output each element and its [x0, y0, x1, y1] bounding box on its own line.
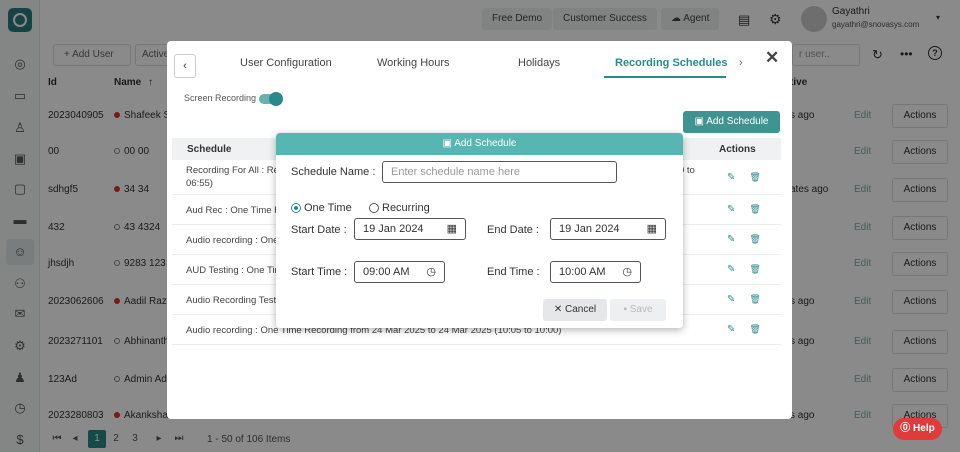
start-time-label: Start Time : — [291, 266, 348, 278]
row-action-icons: ✎ 🗑 — [727, 324, 761, 335]
end-time-input[interactable]: 10:00 AM ◷ — [550, 261, 641, 283]
chevron-left-icon[interactable]: ‹ — [174, 54, 196, 78]
tab-user-configuration[interactable]: User Configuration — [240, 57, 332, 69]
schedule-text: Aud Rec : One Time Re — [186, 205, 287, 216]
end-date-label: End Date : — [487, 224, 539, 236]
save-label: Save — [629, 304, 653, 315]
tab-holidays[interactable]: Holidays — [518, 57, 560, 69]
schedule-text: AUD Testing : One Tim — [186, 265, 283, 276]
trash-icon[interactable]: 🗑 — [749, 234, 760, 244]
row-action-icons: ✎ 🗑 — [727, 204, 761, 215]
add-schedule-label: Add Schedule — [706, 116, 769, 127]
row-action-icons: ✎ 🗑 — [727, 294, 761, 305]
end-time-label: End Time : — [487, 266, 540, 278]
cancel-button[interactable]: ✕ Cancel — [543, 299, 607, 321]
schedule-text: Audio recording : One T — [186, 235, 287, 246]
row-action-icons: ✎ 🗑 — [727, 234, 761, 245]
edit-icon[interactable]: ✎ — [727, 264, 735, 275]
edit-icon[interactable]: ✎ — [727, 204, 735, 215]
trash-icon[interactable]: 🗑 — [749, 324, 760, 334]
schedule-name-input[interactable]: Enter schedule name here — [382, 161, 617, 183]
schedule-name-label: Schedule Name : — [291, 166, 376, 178]
help-label: Help — [913, 423, 935, 434]
row-action-icons: ✎ 🗑 — [727, 264, 761, 275]
trash-icon[interactable]: 🗑 — [749, 294, 760, 304]
screen-recording-label: Screen Recording — [184, 93, 257, 103]
recurring-radio[interactable] — [369, 203, 379, 213]
start-date-label: Start Date : — [291, 224, 347, 236]
start-date-input[interactable]: 19 Jan 2024 ▦ — [354, 218, 466, 240]
one-time-radio[interactable] — [291, 203, 301, 213]
save-button[interactable]: ▪ Save — [610, 299, 666, 321]
clock-icon[interactable]: ◷ — [426, 262, 436, 282]
schedule-text-continued: 06:55) — [186, 178, 213, 189]
start-time-input[interactable]: 09:00 AM ◷ — [354, 261, 445, 283]
dialog-title: Add Schedule — [454, 138, 517, 149]
end-time-value: 10:00 AM — [559, 266, 606, 278]
edit-icon[interactable]: ✎ — [727, 234, 735, 245]
start-time-value: 09:00 AM — [363, 266, 410, 278]
active-tab-indicator — [604, 76, 726, 78]
schedule-text: Audio Recording Testin — [186, 295, 284, 306]
screen-recording-toggle[interactable] — [259, 92, 283, 106]
cancel-label: Cancel — [565, 304, 597, 315]
start-date-value: 19 Jan 2024 — [363, 223, 424, 235]
trash-icon[interactable]: 🗑 — [749, 264, 760, 274]
add-schedule-button[interactable]: ▣ Add Schedule — [683, 111, 780, 133]
calendar-icon[interactable]: ▦ — [647, 219, 657, 239]
row-action-icons: ✎ 🗑 — [727, 172, 761, 183]
tab-working-hours[interactable]: Working Hours — [377, 57, 450, 69]
close-icon[interactable]: ✕ — [765, 48, 779, 68]
column-schedule: Schedule — [187, 144, 232, 155]
chevron-right-icon[interactable]: › — [739, 57, 743, 69]
trash-icon[interactable]: 🗑 — [749, 172, 760, 182]
schedule-text: Recording For All : Rec — [186, 165, 284, 176]
one-time-label: One Time — [304, 202, 352, 214]
trash-icon[interactable]: 🗑 — [749, 204, 760, 214]
calendar-icon[interactable]: ▦ — [447, 219, 457, 239]
help-button[interactable]: ⓪ Help — [893, 418, 942, 440]
end-date-input[interactable]: 19 Jan 2024 ▦ — [550, 218, 666, 240]
dialog-header: ▣ Add Schedule — [276, 133, 683, 155]
edit-icon[interactable]: ✎ — [727, 324, 735, 335]
edit-icon[interactable]: ✎ — [727, 172, 735, 183]
column-actions: Actions — [719, 144, 756, 155]
end-date-value: 19 Jan 2024 — [559, 223, 620, 235]
tab-recording-schedules[interactable]: Recording Schedules — [615, 57, 727, 69]
add-schedule-dialog: ▣ Add Schedule Schedule Name : Enter sch… — [276, 133, 683, 328]
recurring-label: Recurring — [382, 202, 430, 214]
clock-icon[interactable]: ◷ — [622, 262, 632, 282]
edit-icon[interactable]: ✎ — [727, 294, 735, 305]
